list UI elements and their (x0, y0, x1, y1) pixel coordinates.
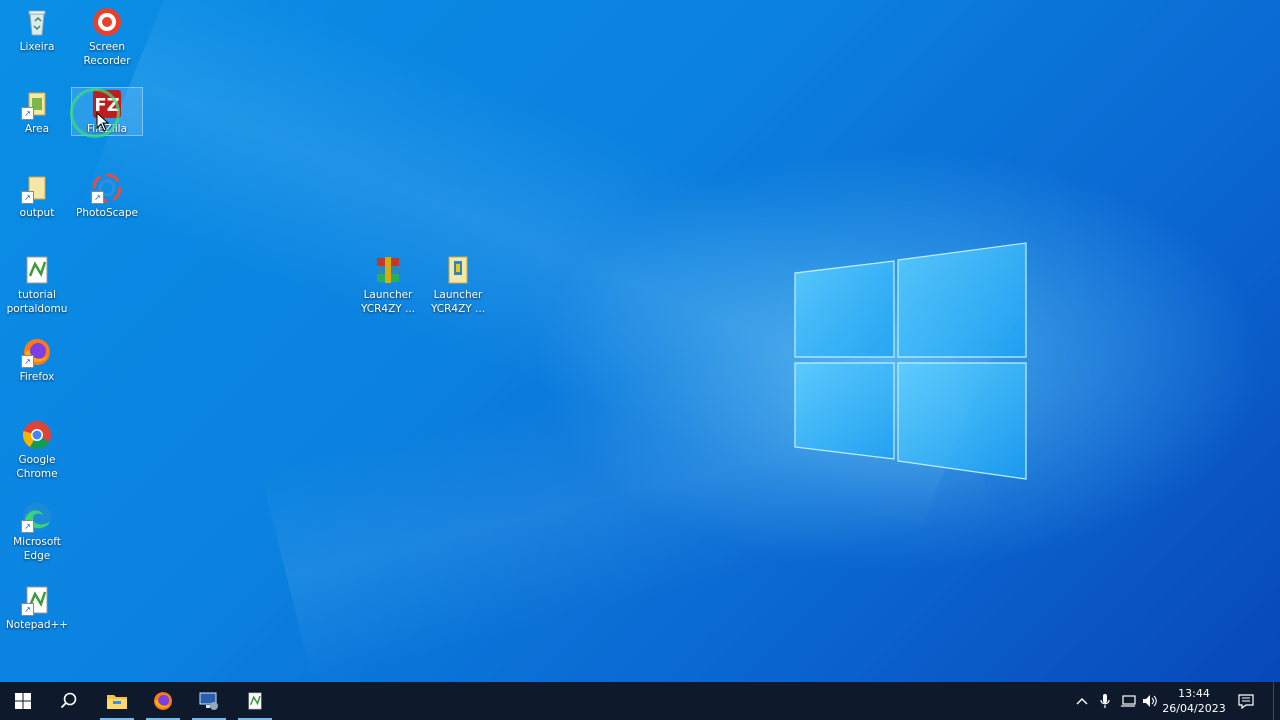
taskbar-network-app[interactable] (186, 682, 232, 720)
taskbar-firefox[interactable] (140, 682, 186, 720)
desktop-icon-output[interactable]: ↗ output (2, 172, 72, 220)
search-button[interactable] (46, 682, 92, 720)
icon-label: Firefox (19, 371, 55, 383)
file-explorer-icon (107, 695, 127, 709)
shortcut-arrow-icon: ↗ (21, 520, 34, 533)
desktop-icon-area[interactable]: ↗ Area (2, 88, 72, 136)
tray-network[interactable] (1117, 682, 1139, 720)
microphone-icon (1100, 694, 1110, 708)
shortcut-arrow-icon: ↗ (21, 355, 34, 368)
notepadpp-file-icon (21, 254, 53, 286)
taskbar-file-explorer[interactable] (94, 682, 140, 720)
desktop-icon-launcher-archive[interactable]: Launcher YCR4ZY ... (353, 254, 423, 316)
shortcut-arrow-icon: ↗ (21, 191, 34, 204)
shortcut-arrow-icon: ↗ (91, 191, 104, 204)
desktop-icon-google-chrome[interactable]: Google Chrome (2, 419, 72, 481)
icon-label: Screen Recorder (83, 41, 131, 67)
launcher-file-icon (442, 254, 474, 286)
tray-microphone[interactable] (1095, 682, 1115, 720)
icon-label: Notepad++ (5, 619, 69, 631)
icon-label: PhotoScape (76, 207, 138, 219)
icon-label: Google Chrome (16, 454, 58, 480)
folder-icon: ↗ (21, 172, 53, 204)
network-icon (1121, 695, 1136, 707)
folder-icon: ↗ (21, 88, 53, 120)
chevron-up-icon (1076, 698, 1088, 705)
clock-date: 26/04/2023 (1162, 702, 1226, 715)
network-app-icon (199, 692, 218, 710)
firefox-icon: ↗ (21, 336, 53, 368)
taskbar-notepad-plus-plus[interactable] (232, 682, 278, 720)
shortcut-arrow-icon: ↗ (21, 107, 34, 120)
icon-label: Launcher YCR4ZY ... (430, 289, 486, 315)
icon-label: Lixeira (19, 41, 55, 53)
recycle-bin-icon (21, 6, 53, 38)
tray-overflow-button[interactable] (1072, 682, 1092, 720)
shortcut-arrow-icon: ↗ (21, 603, 34, 616)
start-button[interactable] (0, 682, 46, 720)
photoscape-icon: ↗ (91, 172, 123, 204)
mouse-cursor-icon (96, 112, 110, 132)
taskbar: 13:44 26/04/2023 (0, 682, 1280, 720)
desktop-icon-screen-recorder[interactable]: Screen Recorder (72, 6, 142, 68)
screen-recorder-icon (91, 6, 123, 38)
desktop-icon-microsoft-edge[interactable]: ↗ Microsoft Edge (2, 501, 72, 563)
click-highlight (70, 88, 120, 138)
icon-label: Microsoft Edge (13, 536, 61, 562)
action-center-button[interactable] (1234, 682, 1258, 720)
icon-label: tutorial portaldomu (6, 289, 68, 315)
desktop[interactable]: Lixeira Screen Recorder ↗ Area FZ FileZi… (0, 0, 1280, 682)
search-icon (60, 692, 77, 709)
desktop-icon-lixeira[interactable]: Lixeira (2, 6, 72, 54)
desktop-icon-launcher-file[interactable]: Launcher YCR4ZY ... (423, 254, 493, 316)
taskbar-clock[interactable]: 13:44 26/04/2023 (1160, 686, 1228, 716)
icon-label: output (19, 207, 55, 219)
desktop-icon-photoscape[interactable]: ↗ PhotoScape (72, 172, 142, 220)
chrome-icon (21, 419, 53, 451)
notification-icon (1238, 693, 1254, 709)
tray-volume[interactable] (1140, 682, 1160, 720)
notepadpp-icon: ↗ (21, 584, 53, 616)
windows-logo-wallpaper (794, 242, 1027, 480)
winrar-archive-icon (372, 254, 404, 286)
firefox-icon (154, 692, 172, 710)
desktop-icon-tutorial-portaldomu[interactable]: tutorial portaldomu (2, 254, 72, 316)
icon-label: Area (24, 123, 50, 135)
show-desktop-button[interactable] (1273, 682, 1280, 720)
edge-icon: ↗ (21, 501, 53, 533)
speaker-icon (1143, 695, 1157, 707)
desktop-icon-firefox[interactable]: ↗ Firefox (2, 336, 72, 384)
desktop-icon-notepad-plus-plus[interactable]: ↗ Notepad++ (2, 584, 72, 632)
clock-time: 13:44 (1178, 687, 1210, 700)
start-icon (15, 693, 31, 709)
notepadpp-icon (248, 692, 262, 710)
icon-label: Launcher YCR4ZY ... (360, 289, 416, 315)
